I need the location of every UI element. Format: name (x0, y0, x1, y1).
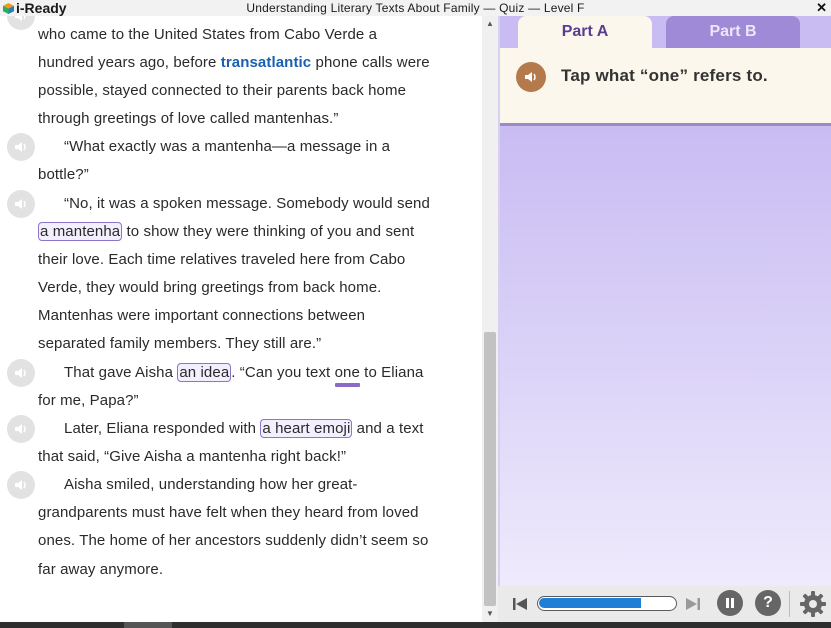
next-icon[interactable] (684, 595, 702, 613)
passage-line: through greetings of love called mantenh… (38, 110, 339, 127)
passage-line: That gave Aisha an idea. “Can you text o… (38, 363, 424, 387)
close-icon[interactable]: ✕ (816, 0, 827, 16)
taskbar-item[interactable] (124, 622, 172, 628)
passage-line: for me, Papa?” (38, 392, 139, 409)
title-bar: i-Ready Understanding Literary Texts Abo… (0, 0, 831, 16)
progress-fill (539, 598, 641, 608)
passage-line: that said, “Give Aisha a mantenha right … (38, 448, 347, 465)
passage-line: bottle?” (38, 166, 89, 183)
passage-text: That gave Aisha (64, 364, 178, 381)
speaker-icon[interactable] (7, 471, 35, 499)
target-word-text: one (334, 364, 360, 381)
gear-icon[interactable] (799, 590, 827, 618)
prev-icon[interactable] (511, 595, 529, 613)
control-bar: ? (498, 586, 831, 622)
scroll-thumb[interactable] (484, 332, 496, 606)
tab-part-a[interactable]: Part A (518, 16, 652, 48)
speaker-icon[interactable] (516, 62, 546, 92)
scroll-up-arrow-icon[interactable]: ▲ (482, 18, 498, 30)
passage-text: Later, Eliana responded with (64, 420, 261, 437)
passage-scrollbar[interactable]: ▲ ▼ (482, 16, 498, 622)
progress-bar (537, 596, 677, 611)
answer-choice-a-heart-emoji[interactable]: a heart emoji (260, 419, 353, 438)
window-title: Understanding Literary Texts About Famil… (246, 1, 585, 15)
answer-choice-an-idea[interactable]: an idea (177, 363, 232, 382)
passage-line: far away anymore. (38, 561, 164, 578)
passage-line: who came to the United States from Cabo … (38, 26, 378, 43)
answer-choice-a-mantenha[interactable]: a mantenha (38, 222, 123, 241)
passage-text: phone calls were (311, 54, 430, 71)
passage-line: separated family members. They still are… (38, 335, 322, 352)
passage-line: a mantenha to show they were thinking of… (38, 222, 414, 242)
passage-text: hundred years ago, before (38, 54, 217, 71)
reading-passage: who came to the United States from Cabo … (0, 16, 482, 622)
passage-text: . “Can you text (231, 364, 335, 381)
vocab-link-transatlantic[interactable]: transatlantic (221, 54, 312, 71)
scroll-down-arrow-icon[interactable]: ▼ (482, 608, 498, 620)
speaker-icon[interactable] (7, 16, 35, 30)
passage-line: Mantenhas were important connections bet… (38, 307, 366, 324)
passage-line: their love. Each time relatives traveled… (38, 251, 406, 268)
speaker-icon[interactable] (7, 359, 35, 387)
passage-text: to Eliana (359, 364, 424, 381)
pause-icon[interactable] (717, 590, 743, 616)
passage-text: to show they were thinking of you and se… (122, 223, 415, 240)
help-icon[interactable]: ? (755, 590, 781, 616)
tab-part-b[interactable]: Part B (666, 16, 800, 48)
speaker-icon[interactable] (7, 415, 35, 443)
passage-line: Aisha smiled, understanding how her grea… (64, 476, 358, 493)
speaker-icon[interactable] (7, 133, 35, 161)
speaker-icon[interactable] (7, 190, 35, 218)
question-panel: Part A Part B Tap what “one” refers to. (498, 16, 831, 586)
target-underline (334, 383, 360, 387)
passage-line: Verde, they would bring greetings from b… (38, 279, 382, 296)
control-divider (789, 591, 790, 617)
question-prompt: Tap what “one” refers to. (561, 66, 768, 85)
prompt-panel: Tap what “one” refers to. (500, 48, 831, 126)
passage-line: Later, Eliana responded with a heart emo… (38, 419, 424, 439)
part-tabs: Part A Part B (500, 16, 831, 48)
target-word-one: one (334, 364, 360, 387)
passage-line: “No, it was a spoken message. Somebody w… (64, 195, 430, 212)
passage-text: and a text (352, 420, 424, 437)
passage-line: hundred years ago, before transatlantic … (38, 53, 430, 73)
passage-line: ones. The home of her ancestors suddenly… (38, 532, 429, 549)
passage-line: “What exactly was a mantenha—a message i… (64, 138, 391, 155)
passage-line: possible, stayed connected to their pare… (38, 82, 407, 99)
passage-line: grandparents must have felt when they he… (38, 504, 419, 521)
